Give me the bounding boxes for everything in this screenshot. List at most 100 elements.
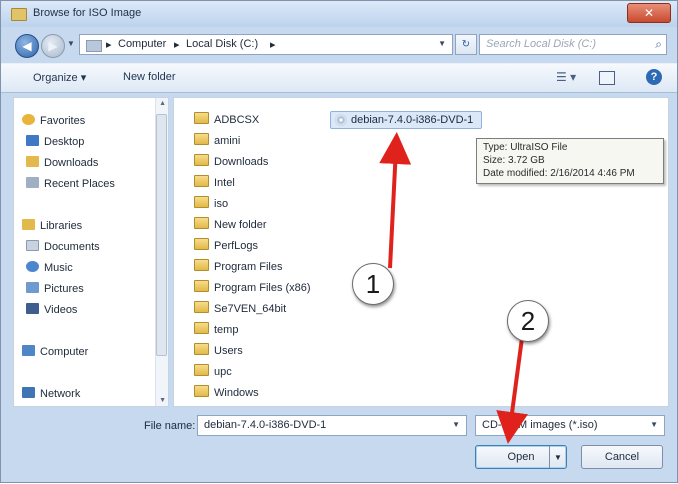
file-name-field[interactable]: debian-7.4.0-i386-DVD-1 ▼ bbox=[197, 415, 467, 436]
list-item[interactable]: Program Files (x86) bbox=[194, 280, 311, 294]
file-info-tooltip: Type: UltraISO File Size: 3.72 GB Date m… bbox=[476, 138, 664, 184]
file-type-filter[interactable]: CD-ROM images (*.iso) ▼ bbox=[475, 415, 665, 436]
list-item[interactable]: Program Files bbox=[194, 259, 282, 273]
scrollbar-thumb[interactable] bbox=[156, 114, 167, 356]
folder-icon bbox=[194, 175, 209, 187]
recent-places-icon bbox=[26, 177, 39, 188]
forward-button[interactable]: ▶ bbox=[41, 34, 65, 58]
list-item[interactable]: PerfLogs bbox=[194, 238, 258, 252]
libraries-icon bbox=[22, 219, 35, 230]
location-folder-icon bbox=[86, 40, 102, 52]
preview-pane-icon[interactable] bbox=[599, 71, 615, 85]
filter-dropdown-icon[interactable]: ▼ bbox=[650, 420, 658, 429]
folder-icon bbox=[194, 322, 209, 334]
title-bar: Browse for ISO Image ✕ bbox=[1, 1, 677, 27]
breadcrumb-separator-icon: ▸ bbox=[106, 39, 112, 51]
folder-icon bbox=[194, 385, 209, 397]
folder-icon bbox=[194, 364, 209, 376]
file-name-label: File name: bbox=[144, 420, 196, 432]
selected-iso-file[interactable]: debian-7.4.0-i386-DVD-1 bbox=[330, 111, 482, 129]
nav-item-documents[interactable]: Documents bbox=[26, 240, 100, 253]
breadcrumb-computer[interactable]: Computer bbox=[118, 38, 166, 50]
folder-icon bbox=[194, 280, 209, 292]
back-button[interactable]: ◀ bbox=[15, 34, 39, 58]
nav-item-videos[interactable]: Videos bbox=[26, 303, 77, 316]
organize-menu[interactable]: Organize ▾ bbox=[33, 71, 86, 84]
scroll-up-icon[interactable]: ▲ bbox=[159, 100, 166, 107]
folder-icon bbox=[194, 112, 209, 124]
search-placeholder: Search Local Disk (C:) bbox=[486, 38, 597, 50]
list-item[interactable]: Users bbox=[194, 343, 243, 357]
file-name-dropdown-icon[interactable]: ▼ bbox=[452, 420, 460, 429]
open-button[interactable]: Open ▼ bbox=[475, 445, 567, 469]
nav-item-favorites[interactable]: Favorites bbox=[22, 114, 85, 127]
open-split-dropdown[interactable]: ▼ bbox=[549, 446, 566, 468]
music-icon bbox=[26, 261, 39, 272]
breadcrumb-separator-icon: ▸ bbox=[270, 39, 276, 51]
videos-icon bbox=[26, 303, 39, 314]
list-item[interactable]: amini bbox=[194, 133, 240, 147]
nav-item-network[interactable]: Network bbox=[22, 387, 80, 400]
recent-pages-dropdown-icon[interactable]: ▼ bbox=[67, 39, 75, 48]
nav-item-pictures[interactable]: Pictures bbox=[26, 282, 84, 295]
list-item[interactable]: New folder bbox=[194, 217, 267, 231]
documents-icon bbox=[26, 240, 39, 251]
dialog-footer: File name: debian-7.4.0-i386-DVD-1 ▼ CD-… bbox=[1, 409, 677, 484]
browse-dialog: Browse for ISO Image ✕ ◀ ▶ ▼ ▸ Computer … bbox=[0, 0, 678, 483]
list-item[interactable]: Se7VEN_64bit bbox=[194, 301, 286, 315]
breadcrumb-local-disk[interactable]: Local Disk (C:) bbox=[186, 38, 258, 50]
file-list: ADBCSX amini Downloads Intel iso New fol… bbox=[173, 97, 669, 407]
navigation-pane: Favorites Desktop Downloads Recent Place… bbox=[13, 97, 169, 407]
nav-item-recent-places[interactable]: Recent Places bbox=[26, 177, 115, 190]
tooltip-size: Size: 3.72 GB bbox=[483, 155, 545, 166]
folder-icon bbox=[194, 301, 209, 313]
nav-item-music[interactable]: Music bbox=[26, 261, 73, 274]
chevron-down-icon: ▼ bbox=[554, 453, 562, 462]
folder-icon bbox=[194, 196, 209, 208]
computer-icon bbox=[22, 345, 35, 356]
refresh-button[interactable]: ↻ bbox=[455, 34, 477, 55]
list-item[interactable]: Intel bbox=[194, 175, 235, 189]
callout-1: 1 bbox=[352, 263, 394, 305]
new-folder-button[interactable]: New folder bbox=[123, 71, 176, 83]
list-item[interactable]: temp bbox=[194, 322, 238, 336]
nav-item-computer[interactable]: Computer bbox=[22, 345, 88, 358]
tooltip-type: Type: UltraISO File bbox=[483, 142, 568, 153]
pictures-icon bbox=[26, 282, 39, 293]
cancel-button[interactable]: Cancel bbox=[581, 445, 663, 469]
command-toolbar: Organize ▾ New folder ☰ ▾ ? bbox=[1, 63, 677, 93]
nav-item-downloads[interactable]: Downloads bbox=[26, 156, 98, 169]
disc-image-icon bbox=[335, 114, 347, 126]
help-icon[interactable]: ? bbox=[646, 69, 662, 85]
change-view-icon[interactable]: ☰ ▾ bbox=[556, 70, 576, 84]
search-input[interactable]: Search Local Disk (C:) ⌕ bbox=[479, 34, 667, 55]
list-item[interactable]: Downloads bbox=[194, 154, 268, 168]
address-bar-row: ◀ ▶ ▼ ▸ Computer ▸ Local Disk (C:) ▸ ▼ ↻… bbox=[1, 29, 677, 59]
window-title: Browse for ISO Image bbox=[33, 7, 142, 19]
folder-icon bbox=[194, 259, 209, 271]
nav-item-desktop[interactable]: Desktop bbox=[26, 135, 84, 148]
list-item[interactable]: upc bbox=[194, 364, 232, 378]
nav-item-libraries[interactable]: Libraries bbox=[22, 219, 82, 232]
folder-icon bbox=[194, 217, 209, 229]
folder-icon bbox=[11, 8, 27, 21]
folder-icon bbox=[194, 133, 209, 145]
address-bar[interactable]: ▸ Computer ▸ Local Disk (C:) ▸ ▼ bbox=[79, 34, 453, 55]
folder-icon bbox=[194, 343, 209, 355]
scroll-down-icon[interactable]: ▼ bbox=[159, 397, 166, 404]
star-icon bbox=[22, 114, 35, 125]
folder-icon bbox=[194, 154, 209, 166]
list-item[interactable]: Windows bbox=[194, 385, 259, 399]
nav-scrollbar[interactable]: ▲ ▼ bbox=[155, 98, 168, 406]
list-item[interactable]: ADBCSX bbox=[194, 112, 259, 126]
downloads-icon bbox=[26, 156, 39, 167]
close-button[interactable]: ✕ bbox=[627, 3, 671, 23]
search-icon: ⌕ bbox=[655, 37, 662, 51]
desktop-icon bbox=[26, 135, 39, 146]
list-item[interactable]: iso bbox=[194, 196, 228, 210]
network-icon bbox=[22, 387, 35, 398]
address-dropdown-icon[interactable]: ▼ bbox=[438, 39, 446, 48]
tooltip-date-modified: Date modified: 2/16/2014 4:46 PM bbox=[483, 168, 635, 179]
breadcrumb-separator-icon: ▸ bbox=[174, 39, 180, 51]
callout-2: 2 bbox=[507, 300, 549, 342]
